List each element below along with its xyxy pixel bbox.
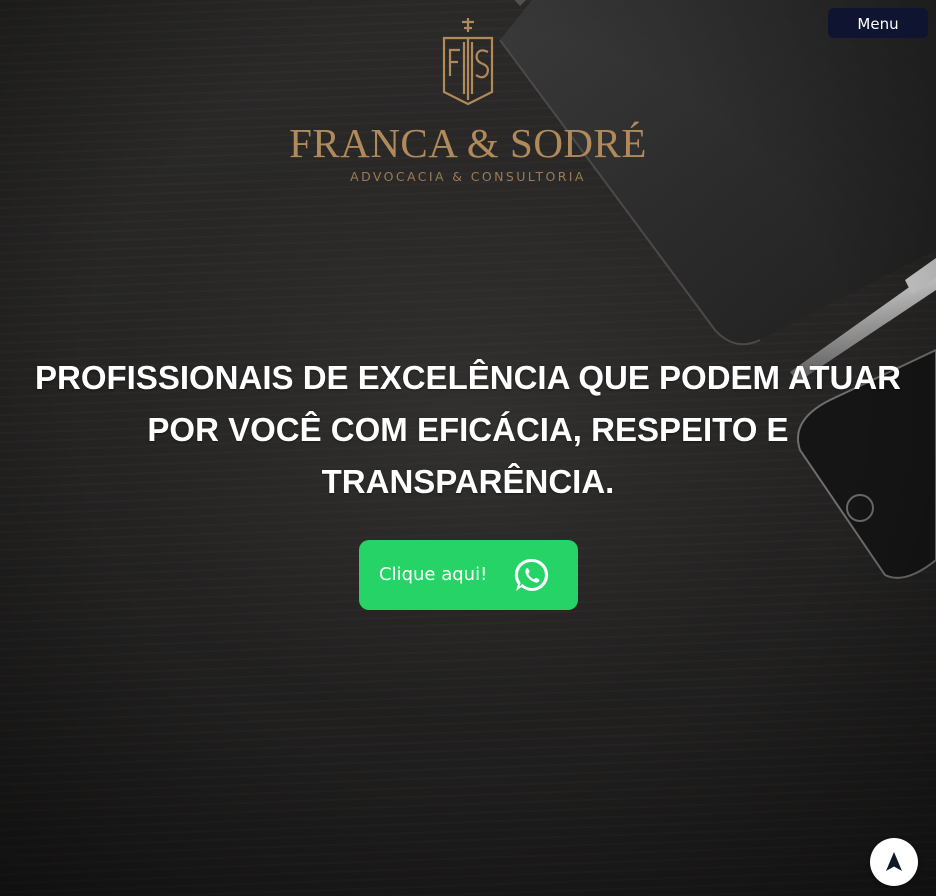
- logo-subtitle: ADVOCACIA & CONSULTORIA: [350, 169, 586, 184]
- scales-monogram-icon: [442, 18, 494, 106]
- hero-headline: PROFISSIONAIS DE EXCELÊNCIA QUE PODEM AT…: [34, 359, 902, 500]
- navigation-arrow-icon: [886, 852, 902, 871]
- logo: FRANCA & SODRÉ ADVOCACIA & CONSULTORIA: [268, 14, 668, 184]
- cta-label: Clique aqui!: [379, 564, 488, 585]
- scroll-to-top-button[interactable]: [870, 838, 918, 886]
- menu-button[interactable]: Menu: [828, 8, 928, 38]
- whatsapp-icon: [514, 558, 549, 591]
- logo-title: FRANCA & SODRÉ: [289, 120, 647, 166]
- hero-section: Menu FRANCA & SODRÉ ADVOCACIA & CONSULTO…: [0, 0, 936, 896]
- whatsapp-cta-button[interactable]: Clique aqui!: [359, 540, 578, 610]
